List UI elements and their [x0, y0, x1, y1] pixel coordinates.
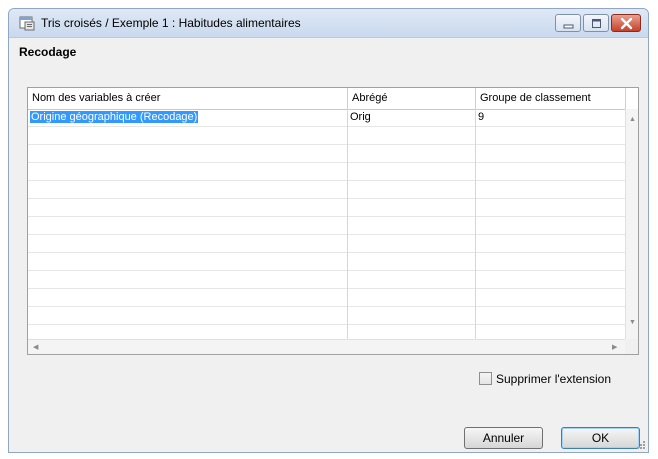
table-row[interactable] [28, 163, 626, 181]
app-window-icon [19, 15, 35, 31]
table-cell[interactable] [28, 199, 348, 217]
maximize-button[interactable] [583, 14, 609, 32]
table-cell[interactable] [28, 289, 348, 307]
scroll-down-icon[interactable]: ▼ [629, 319, 636, 326]
column-header-name[interactable]: Nom des variables à créer [28, 88, 348, 109]
table-cell[interactable] [348, 253, 476, 271]
cell-abbr[interactable]: Orig [348, 109, 476, 127]
resize-grip-icon[interactable] [636, 440, 646, 450]
minimize-icon [563, 24, 574, 29]
vertical-scrollbar[interactable]: ▲ ▼ [625, 109, 638, 340]
scrollbar-corner [625, 339, 638, 354]
variables-table: Nom des variables à créer Abrégé Groupe … [27, 87, 639, 355]
table-row[interactable] [28, 253, 626, 271]
table-cell[interactable] [348, 127, 476, 145]
table-cell[interactable] [476, 145, 626, 163]
table-row[interactable]: Origine géographique (Recodage) Orig 9 [28, 109, 626, 127]
table-cell[interactable] [476, 235, 626, 253]
cell-group[interactable]: 9 [476, 109, 626, 127]
maximize-icon [592, 19, 601, 28]
table-cell[interactable] [476, 163, 626, 181]
table-cell[interactable] [476, 289, 626, 307]
scroll-left-icon[interactable]: ◀ [33, 344, 38, 351]
table-cell[interactable] [348, 271, 476, 289]
table-cell[interactable] [28, 217, 348, 235]
table-cell[interactable] [348, 235, 476, 253]
table-cell[interactable] [348, 163, 476, 181]
selected-text: Origine géographique (Recodage) [30, 111, 199, 123]
table-row[interactable] [28, 289, 626, 307]
dialog-window: Tris croisés / Exemple 1 : Habitudes ali… [8, 8, 649, 453]
table-cell[interactable] [476, 199, 626, 217]
column-header-group[interactable]: Groupe de classement [476, 88, 626, 109]
table-cell[interactable] [28, 145, 348, 163]
scroll-right-icon[interactable]: ▶ [612, 344, 617, 351]
table-cell[interactable] [476, 217, 626, 235]
table-body: Origine géographique (Recodage) Orig 9 [28, 109, 626, 343]
table-cell[interactable] [28, 307, 348, 325]
table-cell[interactable] [28, 181, 348, 199]
table-cell[interactable] [28, 163, 348, 181]
remove-extension-checkbox[interactable] [479, 372, 492, 385]
table-row[interactable] [28, 307, 626, 325]
table-row[interactable] [28, 127, 626, 145]
table-cell[interactable] [476, 271, 626, 289]
table-cell[interactable] [348, 181, 476, 199]
table-row[interactable] [28, 217, 626, 235]
remove-extension-label[interactable]: Supprimer l'extension [496, 372, 611, 386]
close-icon [620, 17, 633, 30]
table-header: Nom des variables à créer Abrégé Groupe … [28, 88, 626, 110]
cancel-button[interactable]: Annuler [464, 427, 543, 449]
table-cell[interactable] [28, 235, 348, 253]
ok-button[interactable]: OK [561, 427, 640, 449]
table-cell[interactable] [28, 271, 348, 289]
table-row[interactable] [28, 199, 626, 217]
section-title: Recodage [19, 45, 77, 59]
table-cell[interactable] [476, 253, 626, 271]
table-cell[interactable] [476, 127, 626, 145]
minimize-button[interactable] [555, 14, 581, 32]
table-cell[interactable] [476, 181, 626, 199]
window-title: Tris croisés / Exemple 1 : Habitudes ali… [41, 16, 301, 30]
column-header-abbr[interactable]: Abrégé [348, 88, 476, 109]
table-row[interactable] [28, 145, 626, 163]
table-cell[interactable] [28, 127, 348, 145]
scroll-up-icon[interactable]: ▲ [629, 116, 636, 123]
horizontal-scrollbar[interactable]: ◀ ▶ [28, 339, 626, 354]
table-cell[interactable] [348, 145, 476, 163]
table-row[interactable] [28, 271, 626, 289]
table-cell[interactable] [348, 217, 476, 235]
table-cell[interactable] [348, 307, 476, 325]
cell-variable-name[interactable]: Origine géographique (Recodage) [28, 109, 348, 127]
table-cell[interactable] [28, 253, 348, 271]
table-cell[interactable] [348, 289, 476, 307]
title-bar[interactable]: Tris croisés / Exemple 1 : Habitudes ali… [9, 9, 648, 38]
close-button[interactable] [611, 14, 641, 32]
table-row[interactable] [28, 181, 626, 199]
table-cell[interactable] [348, 199, 476, 217]
table-cell[interactable] [476, 307, 626, 325]
table-row[interactable] [28, 235, 626, 253]
